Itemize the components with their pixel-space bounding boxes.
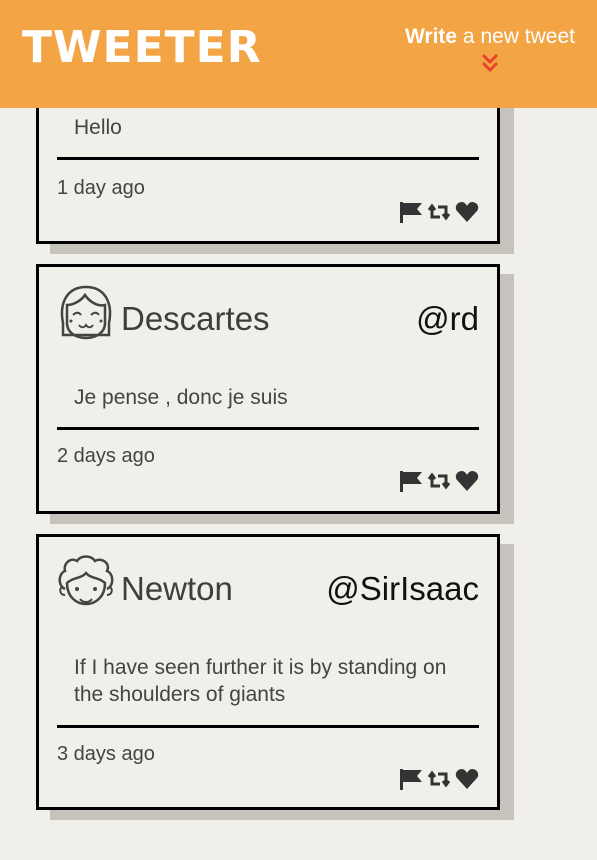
author-name: Descartes: [121, 300, 270, 337]
retweet-icon[interactable]: [426, 469, 452, 493]
heart-icon[interactable]: [455, 767, 479, 791]
tweet-actions: [399, 767, 479, 791]
tweet-divider: [57, 427, 479, 430]
double-chevron-down-icon[interactable]: [479, 52, 501, 74]
tweet-content: Hello: [74, 116, 122, 139]
app-logo[interactable]: TWEETER: [22, 24, 262, 72]
compose-label-bold: Write: [404, 25, 458, 48]
tweet-header: Newton @SirIsaac: [55, 553, 479, 617]
nav-bar: TWEETER Write a new tweet: [0, 0, 597, 108]
tweet-timestamp: 3 days ago: [57, 743, 155, 765]
compose-label-rest: a new tweet: [457, 25, 575, 48]
heart-icon[interactable]: [455, 469, 479, 493]
tweet-card: Descartes @rd Je pense , donc je suis 2 …: [36, 264, 500, 514]
avatar-curly-hair-icon: [58, 555, 114, 606]
tweet-timestamp: 2 days ago: [57, 445, 155, 467]
tweet-content: Je pense , donc je suis: [74, 386, 288, 409]
tweet-divider: [57, 157, 479, 160]
tweet-actions: [399, 469, 479, 493]
retweet-icon[interactable]: [426, 767, 452, 791]
flag-icon[interactable]: [399, 469, 423, 493]
tweet-divider: [57, 725, 479, 728]
author-name: Newton: [121, 570, 233, 607]
flag-icon[interactable]: [399, 200, 423, 224]
tweet-card: Newton @SirIsaac If I have seen further …: [36, 534, 500, 810]
author-handle[interactable]: @SirIsaac: [326, 571, 479, 607]
flag-icon[interactable]: [399, 767, 423, 791]
author-handle[interactable]: @rd: [416, 301, 479, 337]
tweet-content: If I have seen further it is by standing…: [74, 656, 447, 706]
tweet-actions: [399, 200, 479, 224]
tweet-timestamp: 1 day ago: [57, 177, 145, 199]
heart-icon[interactable]: [455, 200, 479, 224]
retweet-icon[interactable]: [426, 200, 452, 224]
tweet-header: Descartes @rd: [55, 283, 479, 347]
avatar-girl-icon: [60, 285, 112, 340]
compose-tweet-button[interactable]: Write a new tweet: [405, 22, 575, 74]
